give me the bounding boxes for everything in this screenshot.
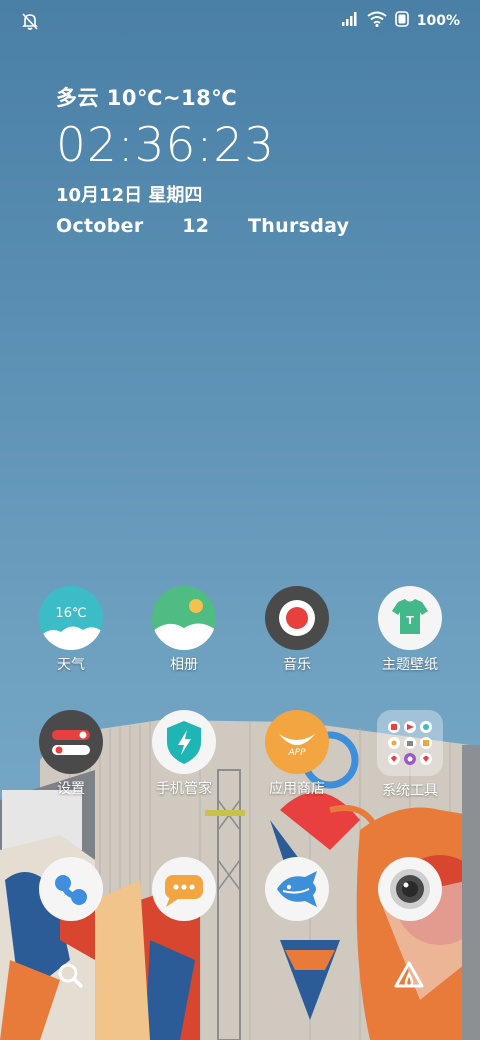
app-store-icon: APP	[265, 710, 329, 774]
weather-icon-temp: 16℃	[55, 606, 87, 621]
app-store-badge-text: APP	[288, 748, 306, 758]
app-theme[interactable]: T 主题壁纸	[355, 586, 465, 674]
battery-icon	[394, 11, 409, 31]
settings-icon	[39, 710, 103, 774]
dock-camera[interactable]	[355, 857, 465, 921]
clock-time: 02:36:23	[56, 118, 276, 173]
status-bar: 100%	[0, 0, 480, 42]
wifi-icon	[367, 11, 387, 31]
app-label: 主题壁纸	[382, 657, 438, 673]
app-label: 相册	[170, 657, 198, 673]
bell-off-icon	[20, 11, 40, 35]
app-music[interactable]: 音乐	[242, 586, 352, 674]
camera-icon	[378, 857, 442, 921]
system-tools-folder-icon	[377, 710, 443, 776]
app-label: 设置	[57, 781, 85, 797]
phone-icon	[39, 857, 103, 921]
app-label: 天气	[57, 657, 85, 673]
browser-icon	[265, 857, 329, 921]
weather-summary: 多云 10℃~18℃	[56, 86, 238, 110]
svg-text:T: T	[406, 614, 414, 627]
app-phone-manager[interactable]: 手机管家	[129, 710, 239, 798]
weather-icon: 16℃	[39, 586, 103, 650]
phone-manager-icon	[152, 710, 216, 774]
folder-system-tools[interactable]: 系统工具	[355, 710, 465, 800]
app-label: 音乐	[283, 657, 311, 673]
app-weather[interactable]: 16℃ 天气	[16, 586, 126, 674]
app-label: 手机管家	[156, 781, 212, 797]
music-icon	[265, 586, 329, 650]
gallery-icon	[152, 586, 216, 650]
date-english: October 12 Thursday	[56, 215, 350, 237]
app-gallery[interactable]: 相册	[129, 586, 239, 674]
app-store[interactable]: APP 应用商店	[242, 710, 352, 798]
clock-weather-widget[interactable]: 多云 10℃~18℃ 02:36:23 10月12日 星期四 October 1…	[56, 82, 349, 237]
dock-browser[interactable]	[242, 857, 352, 921]
dock-messages[interactable]	[129, 857, 239, 921]
search-icon[interactable]	[55, 960, 85, 994]
app-settings[interactable]: 设置	[16, 710, 126, 798]
app-label: 系统工具	[382, 783, 438, 799]
app-label: 应用商店	[269, 781, 325, 797]
dock-phone[interactable]	[16, 857, 126, 921]
messages-icon	[152, 857, 216, 921]
date-chinese: 10月12日 星期四	[56, 185, 203, 206]
theme-icon: T	[378, 586, 442, 650]
battery-percent: 100%	[416, 13, 460, 29]
signal-icon	[341, 11, 359, 31]
assistant-icon[interactable]	[393, 960, 425, 994]
